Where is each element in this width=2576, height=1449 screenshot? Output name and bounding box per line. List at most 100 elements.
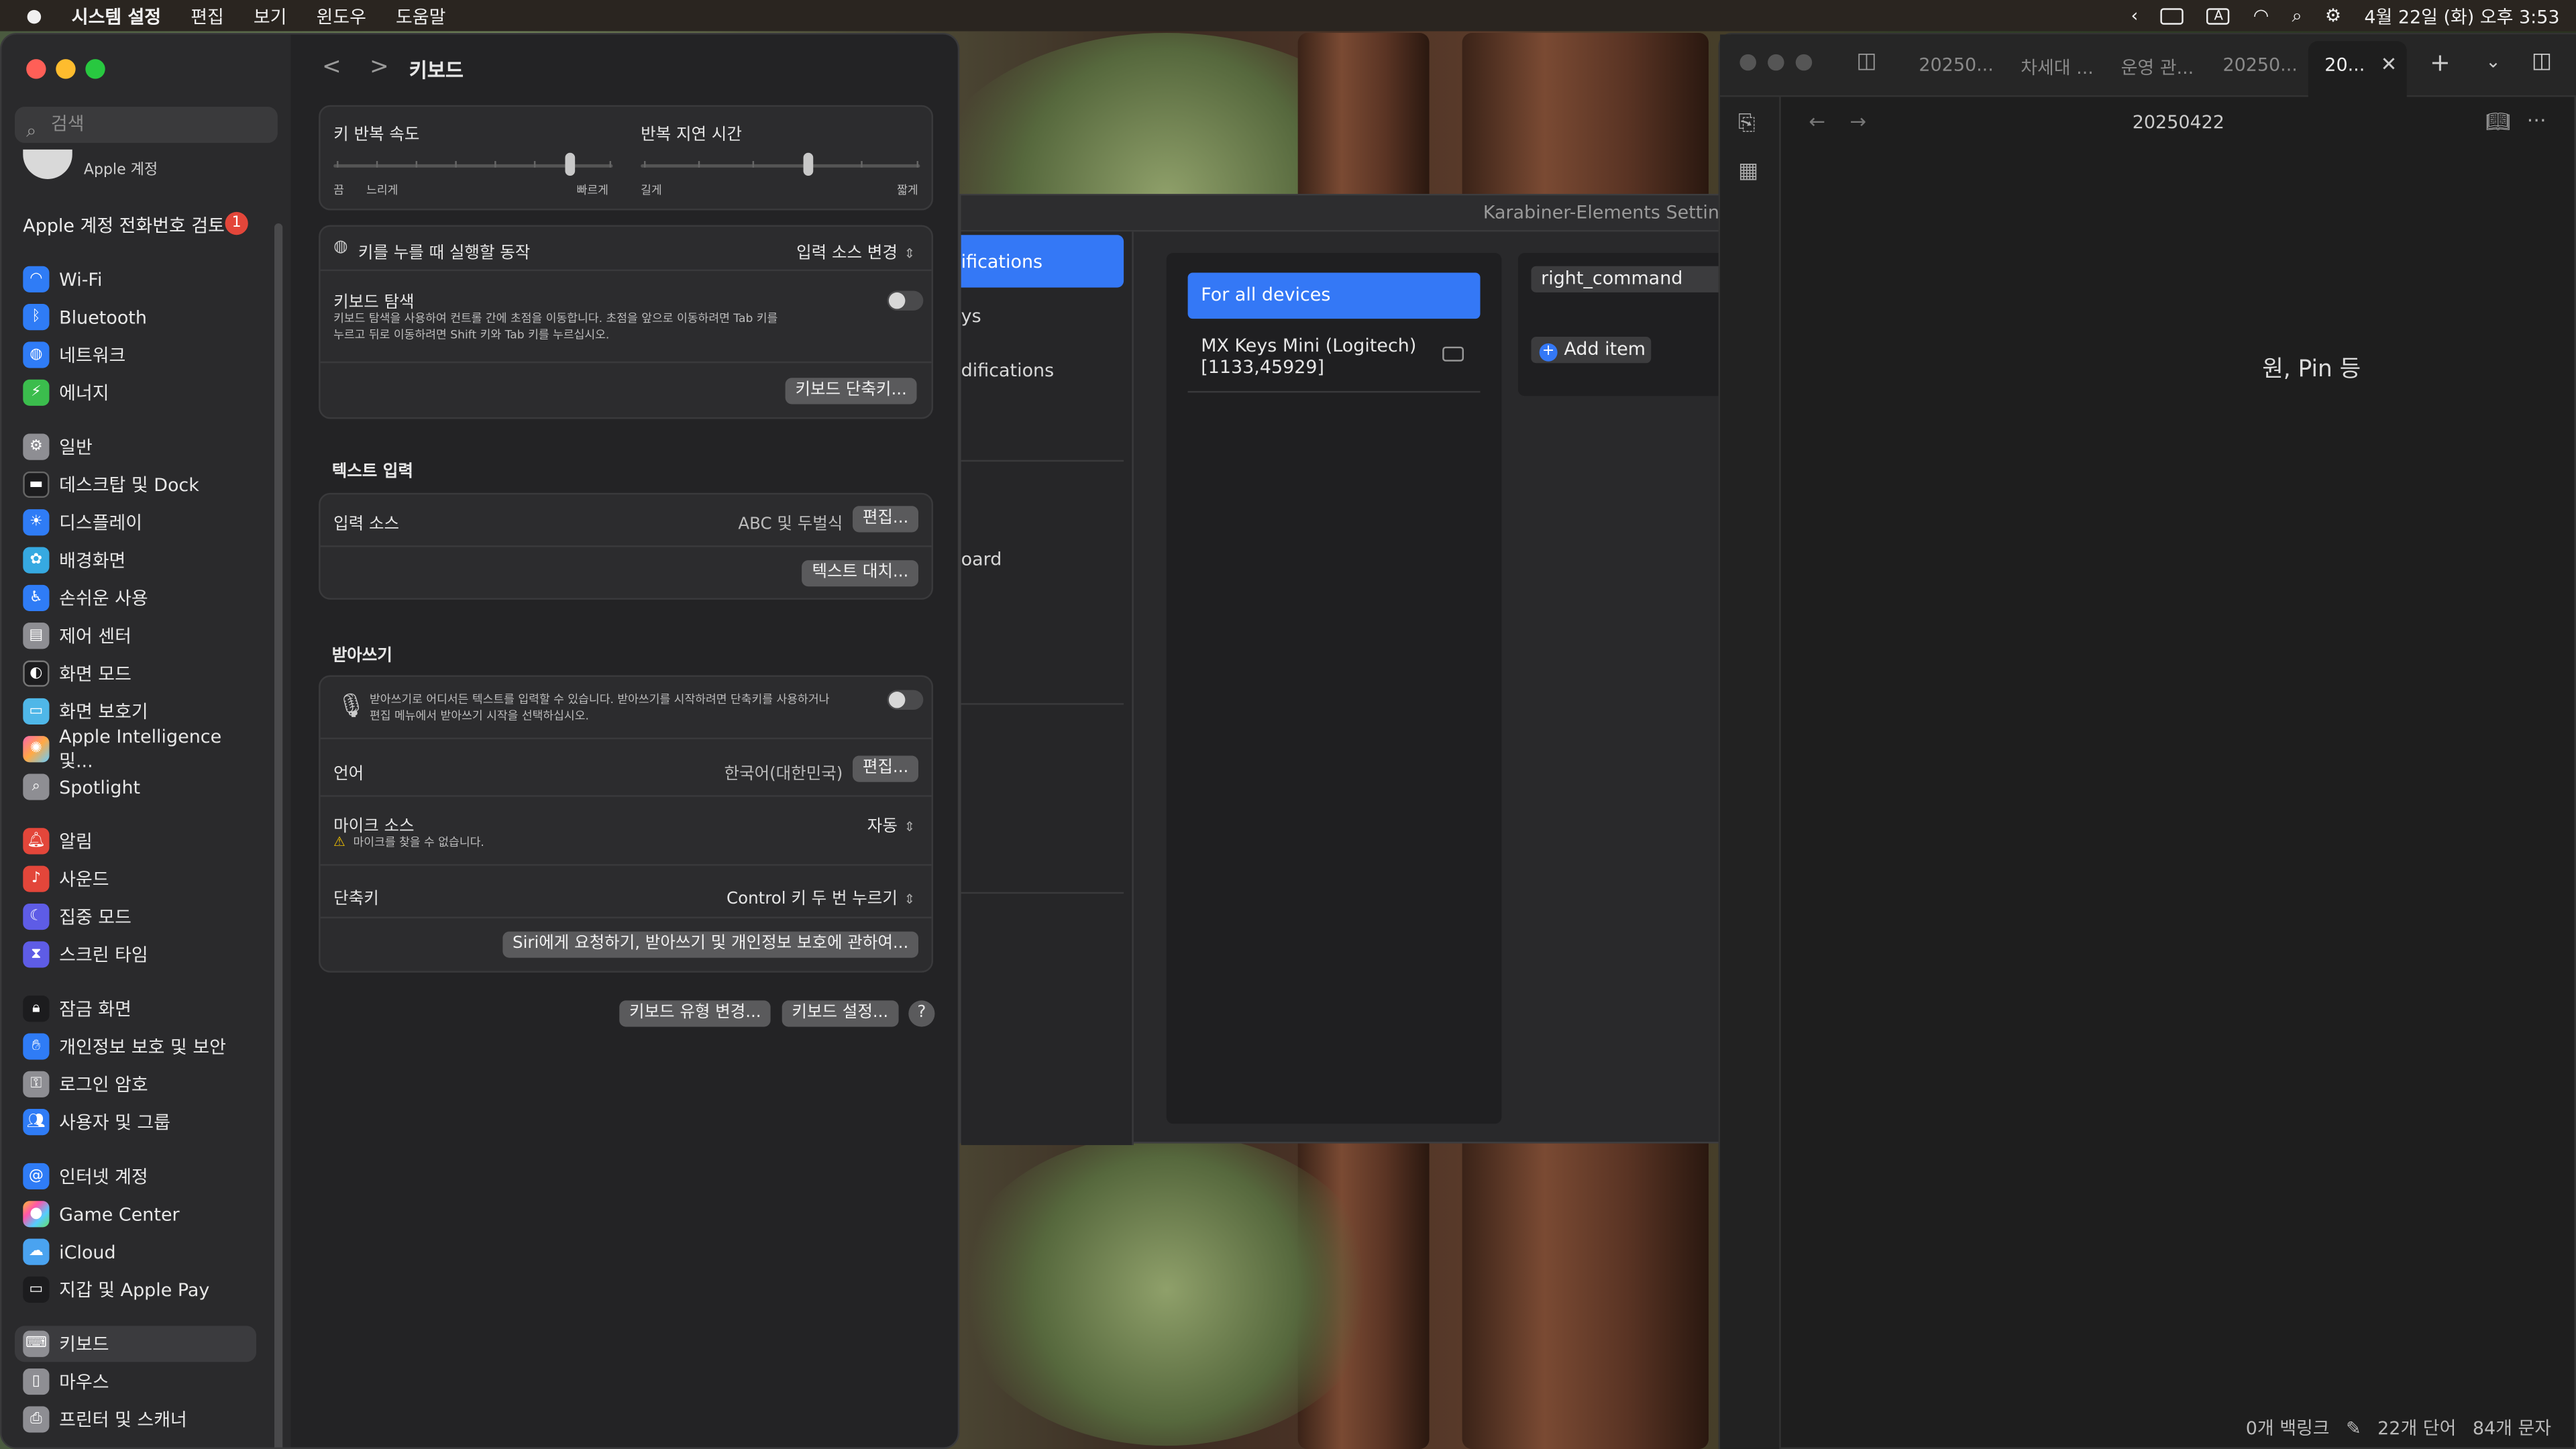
sidebar-item-wifi[interactable]: ◠ Wi-Fi — [15, 261, 256, 297]
add-item-button[interactable]: + Add item — [1531, 337, 1652, 364]
sidebar-item-spotlight[interactable]: ⌕ Spotlight — [15, 769, 256, 805]
close-tab-icon[interactable]: ✕ — [2381, 52, 2398, 75]
tab-note-1[interactable]: 20250... — [1919, 54, 1993, 76]
close-window-button[interactable] — [26, 59, 46, 79]
sidebar-item-screensaver[interactable]: ▭ 화면 보호기 — [15, 693, 256, 729]
sidebar-item-virtual-keyboard[interactable]: oard — [961, 549, 1002, 570]
minimize-window-button[interactable] — [1768, 54, 1784, 71]
sidebar-item-notifications[interactable]: 🔔︎ 알림 — [15, 823, 256, 859]
sidebar-item-simple-modifications[interactable]: ifications — [961, 252, 1042, 273]
apple-menu-icon[interactable]: ● — [26, 5, 42, 26]
tab-note-4[interactable]: 20250... — [2222, 54, 2297, 76]
backlinks-count[interactable]: 0개 백링크 — [2246, 1415, 2330, 1441]
back-arrow-icon[interactable]: ← — [1809, 110, 1825, 133]
sidebar-item-privacy[interactable]: ✋︎ 개인정보 보호 및 보안 — [15, 1028, 256, 1065]
menu-app-name[interactable]: 시스템 설정 — [72, 3, 161, 29]
sidebar-item-display[interactable]: ☀ 디스플레이 — [15, 504, 256, 541]
sidebar-scrollbar[interactable] — [274, 223, 283, 1448]
wifi-icon[interactable]: ◠ — [2253, 5, 2269, 26]
sidebar-item-complex-modifications[interactable]: difications — [961, 360, 1055, 381]
sidebar-item-bluetooth[interactable]: ᛒ Bluetooth — [15, 299, 256, 335]
mic-source-select[interactable]: 자동 ⇕ — [867, 812, 915, 837]
device-mx-keys[interactable]: MX Keys Mini (Logitech) [1133,45929] — [1201, 335, 1416, 378]
sidebar-item-function-keys[interactable]: ys — [961, 306, 981, 327]
sidebar-item-mouse[interactable]: ▯ 마우스 — [15, 1364, 256, 1400]
menu-window[interactable]: 윈도우 — [317, 3, 366, 29]
sidebar-item-control-center[interactable]: ▤ 제어 센터 — [15, 618, 256, 654]
search-input[interactable]: ⌕ 검색 — [15, 107, 278, 144]
calendar-icon[interactable]: ▦ — [1738, 160, 1758, 184]
repeat-delay-slider[interactable] — [641, 164, 920, 168]
control-center-icon[interactable]: ⚙ — [2325, 5, 2341, 26]
sidebar-item-lock-screen[interactable]: 🔒︎ 잠금 화면 — [15, 991, 256, 1027]
sidebar-item-general[interactable]: ⚙ 일반 — [15, 429, 256, 465]
tab-note-2[interactable]: 차세대 ... — [2021, 54, 2094, 80]
avatar[interactable] — [23, 149, 72, 179]
sidebar-item-energy[interactable]: ⚡ 에너지 — [15, 374, 256, 411]
menu-edit[interactable]: 편집 — [191, 3, 224, 29]
language-edit-button[interactable]: 편집... — [853, 755, 918, 782]
text-replace-button[interactable]: 텍스트 대치... — [802, 560, 918, 587]
tab-note-3[interactable]: 운영 관... — [2121, 54, 2194, 80]
sidebar-item-desktop-dock[interactable]: ▬ 데스크탑 및 Dock — [15, 467, 256, 503]
keyboard-nav-toggle[interactable] — [887, 290, 924, 311]
reading-view-icon[interactable]: 📖︎ — [2485, 110, 2510, 133]
sidebar-item-label: 일반 — [59, 437, 93, 459]
sidebar-item-wallet[interactable]: ▭ 지갑 및 Apple Pay — [15, 1272, 256, 1308]
zoom-window-button[interactable] — [85, 59, 105, 79]
keyboard-status-icon[interactable] — [2161, 7, 2184, 24]
forward-arrow-icon[interactable]: > — [370, 54, 389, 80]
input-source-edit-button[interactable]: 편집... — [853, 506, 918, 533]
device-all-devices[interactable]: For all devices — [1187, 272, 1481, 319]
repeat-rate-knob[interactable] — [565, 152, 576, 176]
sidebar-item-wallpaper[interactable]: ✿ 배경화면 — [15, 542, 256, 578]
tab-note-5[interactable]: 20... — [2324, 54, 2365, 76]
forward-arrow-icon[interactable]: → — [1850, 110, 1867, 133]
sidebar-item-printers[interactable]: ⎙ 프린터 및 스캐너 — [15, 1401, 256, 1438]
note-body-text[interactable]: 원, Pin 등 — [2262, 352, 2361, 384]
dictation-shortcut-select[interactable]: Control 키 두 번 누르기 ⇕ — [727, 884, 915, 908]
sidebar-item-internet-accounts[interactable]: @ 인터넷 계정 — [15, 1159, 256, 1195]
keyboard-shortcuts-button[interactable]: 키보드 단축키... — [785, 378, 917, 405]
keyboard-type-button[interactable]: 키보드 유형 변경... — [619, 1000, 771, 1027]
sidebar-item-focus[interactable]: ☾ 집중 모드 — [15, 899, 256, 935]
sidebar-item-users-groups[interactable]: 👥︎ 사용자 및 그룹 — [15, 1104, 256, 1140]
dictation-toggle[interactable] — [887, 690, 924, 710]
sidebar-item-icloud[interactable]: ☁ iCloud — [15, 1234, 256, 1270]
sidebar-toggle-icon[interactable]: ◫ — [1856, 49, 1876, 74]
input-source-icon[interactable]: A — [2207, 7, 2231, 24]
menu-help[interactable]: 도움말 — [396, 3, 445, 29]
switch-file-icon[interactable]: ⎘ — [1738, 112, 1755, 137]
menu-view[interactable]: 보기 — [254, 3, 287, 29]
sidebar-item-accessibility[interactable]: ♿ 손쉬운 사용 — [15, 580, 256, 616]
sidebar-item-login-password[interactable]: ⚿ 로그인 암호 — [15, 1066, 256, 1102]
word-count: 22개 단어 — [2377, 1417, 2457, 1440]
keyboard-setup-button[interactable]: 키보드 설정... — [782, 1000, 898, 1027]
search-icon[interactable]: ⌕ — [2292, 4, 2302, 27]
chevron-down-icon[interactable]: ⌄ — [2485, 51, 2501, 72]
repeat-delay-knob[interactable] — [803, 152, 814, 176]
sidebar-item-game-center[interactable]: ● Game Center — [15, 1196, 256, 1232]
new-tab-icon[interactable]: + — [2430, 48, 2451, 77]
sidebar-item-keyboard[interactable]: ⌨ 키보드 — [15, 1326, 257, 1362]
right-sidebar-icon[interactable]: ◫ — [2532, 49, 2552, 74]
more-options-icon[interactable]: ⋯ — [2527, 109, 2546, 131]
sidebar-item-network[interactable]: ◍ 네트워크 — [15, 337, 256, 373]
pencil-icon[interactable]: ✎ — [2346, 1417, 2361, 1438]
account-review-item[interactable]: Apple 계정 전화번호 검토 — [23, 212, 225, 238]
chevron-left-icon[interactable]: ‹ — [2131, 5, 2138, 26]
sidebar-item-screen-time[interactable]: ⧗ 스크린 타임 — [15, 936, 256, 973]
minimize-window-button[interactable] — [56, 59, 76, 79]
help-button[interactable]: ? — [908, 1000, 935, 1027]
menubar-clock[interactable]: 4월 22일 (화) 오후 3:53 — [2364, 3, 2559, 29]
apple-account-label[interactable]: Apple 계정 — [84, 158, 158, 178]
siri-privacy-button[interactable]: Siri에게 요청하기, 받아쓰기 및 개인정보 보호에 관하여... — [502, 931, 918, 958]
sidebar-item-appearance[interactable]: ◐ 화면 모드 — [15, 655, 256, 692]
sidebar-item-apple-intelligence[interactable]: ✺ Apple Intelligence 및... — [15, 725, 256, 771]
zoom-window-button[interactable] — [1795, 54, 1813, 71]
press-action-select[interactable]: 입력 소스 변경 ⇕ — [796, 238, 915, 263]
add-item-label: Add item — [1564, 338, 1646, 360]
back-arrow-icon[interactable]: < — [322, 54, 341, 80]
close-window-button[interactable] — [1739, 54, 1756, 71]
sidebar-item-sound[interactable]: ♪ 사운드 — [15, 861, 256, 897]
